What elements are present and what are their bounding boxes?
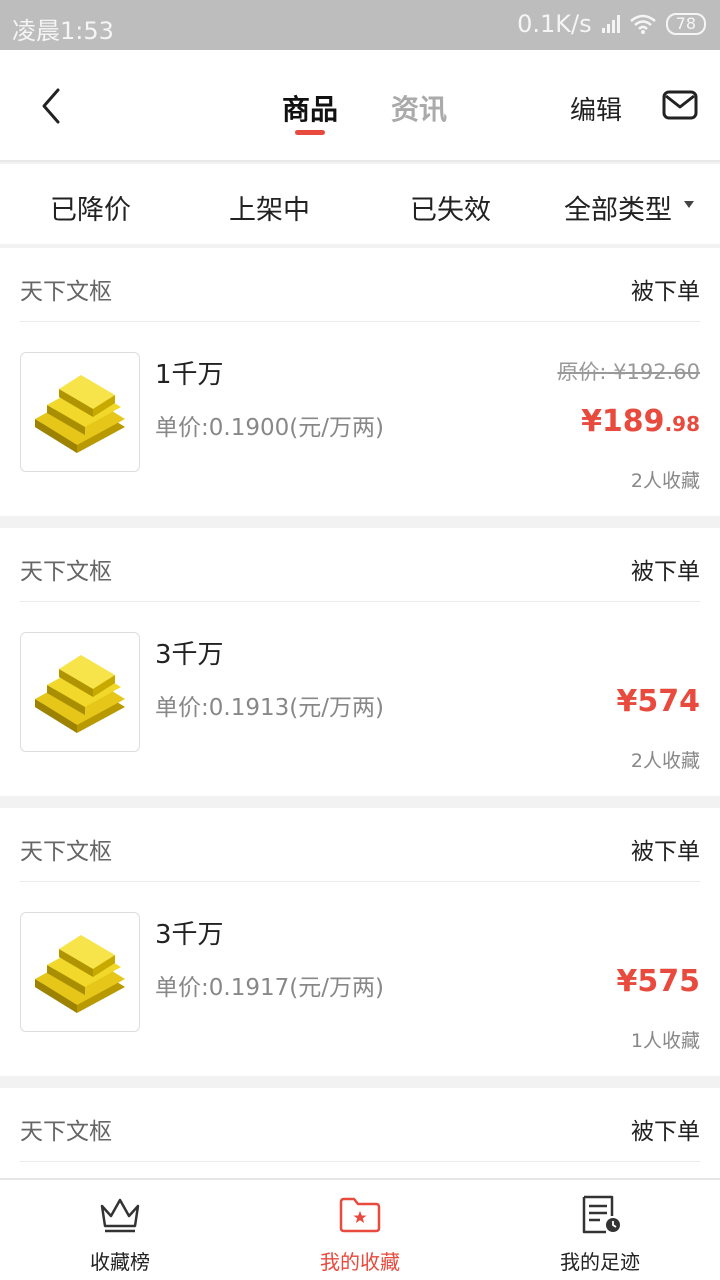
product-card[interactable]: 天下文枢 被下单 3千万 单价:0.1913(元/万两) ¥574 2人收藏 [0,528,720,796]
filter-expired[interactable]: 已失效 [410,188,491,227]
tab-news[interactable]: 资讯 [391,88,447,128]
nav-label: 我的收藏 [320,1250,400,1274]
product-title: 1千万 [155,360,224,390]
filter-price-dropped[interactable]: 已降价 [50,188,131,227]
bottom-nav: 收藏榜 我的收藏 我的足迹 [0,1178,720,1280]
gold-bars-icon [35,375,125,453]
tab-active-indicator [295,130,325,135]
card-header: 天下文枢 被下单 [20,808,700,882]
card-header: 天下文枢 被下单 [20,248,700,322]
star-folder-icon [339,1197,381,1233]
gold-bars-icon [35,655,125,733]
price-integer: ¥575 [616,964,701,999]
shop-name: 天下文枢 [20,839,112,865]
product-image[interactable] [20,352,140,472]
status-time: 凌晨1:53 [12,17,114,45]
product-image[interactable] [20,912,140,1032]
original-price: 原价: ¥192.60 [557,360,700,384]
gold-bars-icon [35,935,125,1013]
nav-my-history[interactable]: 我的足迹 [480,1180,720,1280]
shop-name: 天下文枢 [20,1119,112,1145]
unit-price: 单价:0.1900(元/万两) [155,415,384,441]
tab-goods[interactable]: 商品 [282,88,338,128]
shop-name: 天下文枢 [20,559,112,585]
filter-all-types[interactable]: 全部类型 [564,188,672,227]
status-bar: 凌晨1:53 0.1K/s 78 [0,0,720,50]
network-speed: 0.1K/s [517,10,592,38]
product-card[interactable]: 天下文枢 被下单 1千万 单价:0.1900(元/万两) 原价: ¥192.60… [0,248,720,516]
wifi-icon [629,14,656,34]
edit-button[interactable]: 编辑 [570,90,622,127]
order-status: 被下单 [631,1119,700,1145]
favorite-count: 2人收藏 [630,470,700,492]
nav-my-favorites[interactable]: 我的收藏 [240,1180,480,1280]
unit-price: 单价:0.1913(元/万两) [155,695,384,721]
crown-icon [100,1198,140,1233]
shop-name: 天下文枢 [20,279,112,305]
filter-on-sale[interactable]: 上架中 [229,188,310,227]
product-title: 3千万 [155,920,224,950]
price-decimal: .98 [664,412,700,436]
product-title: 3千万 [155,640,224,670]
card-header: 天下文枢 被下单 [20,1088,700,1162]
filter-bar: 已降价 上架中 已失效 全部类型 [0,164,720,244]
favorite-count: 2人收藏 [630,750,700,772]
favorite-count: 1人收藏 [630,1030,700,1052]
current-price: ¥189.98 [581,404,700,439]
product-card[interactable]: 天下文枢 被下单 [0,1088,720,1180]
price-integer: ¥189 [581,404,665,439]
history-icon [582,1195,620,1234]
product-image[interactable] [20,632,140,752]
price-integer: ¥574 [616,684,701,719]
nav-label: 收藏榜 [90,1250,150,1274]
current-price: ¥575 [617,964,701,999]
order-status: 被下单 [631,839,700,865]
signal-icon [601,15,620,33]
battery-icon: 78 [665,13,706,35]
nav-label: 我的足迹 [560,1250,640,1274]
top-header: 商品 资讯 编辑 [0,50,720,162]
message-button[interactable] [662,90,698,120]
order-status: 被下单 [631,279,700,305]
unit-price: 单价:0.1917(元/万两) [155,975,384,1001]
dropdown-arrow-icon[interactable] [684,201,694,208]
nav-favorites-ranking[interactable]: 收藏榜 [0,1180,240,1280]
order-status: 被下单 [631,559,700,585]
current-price: ¥574 [617,684,701,719]
chevron-left-icon [42,88,60,124]
mail-icon [662,90,698,120]
status-icons: 0.1K/s 78 [517,10,706,38]
product-card[interactable]: 天下文枢 被下单 3千万 单价:0.1917(元/万两) ¥575 1人收藏 [0,808,720,1076]
card-header: 天下文枢 被下单 [20,528,700,602]
back-button[interactable] [34,86,74,126]
